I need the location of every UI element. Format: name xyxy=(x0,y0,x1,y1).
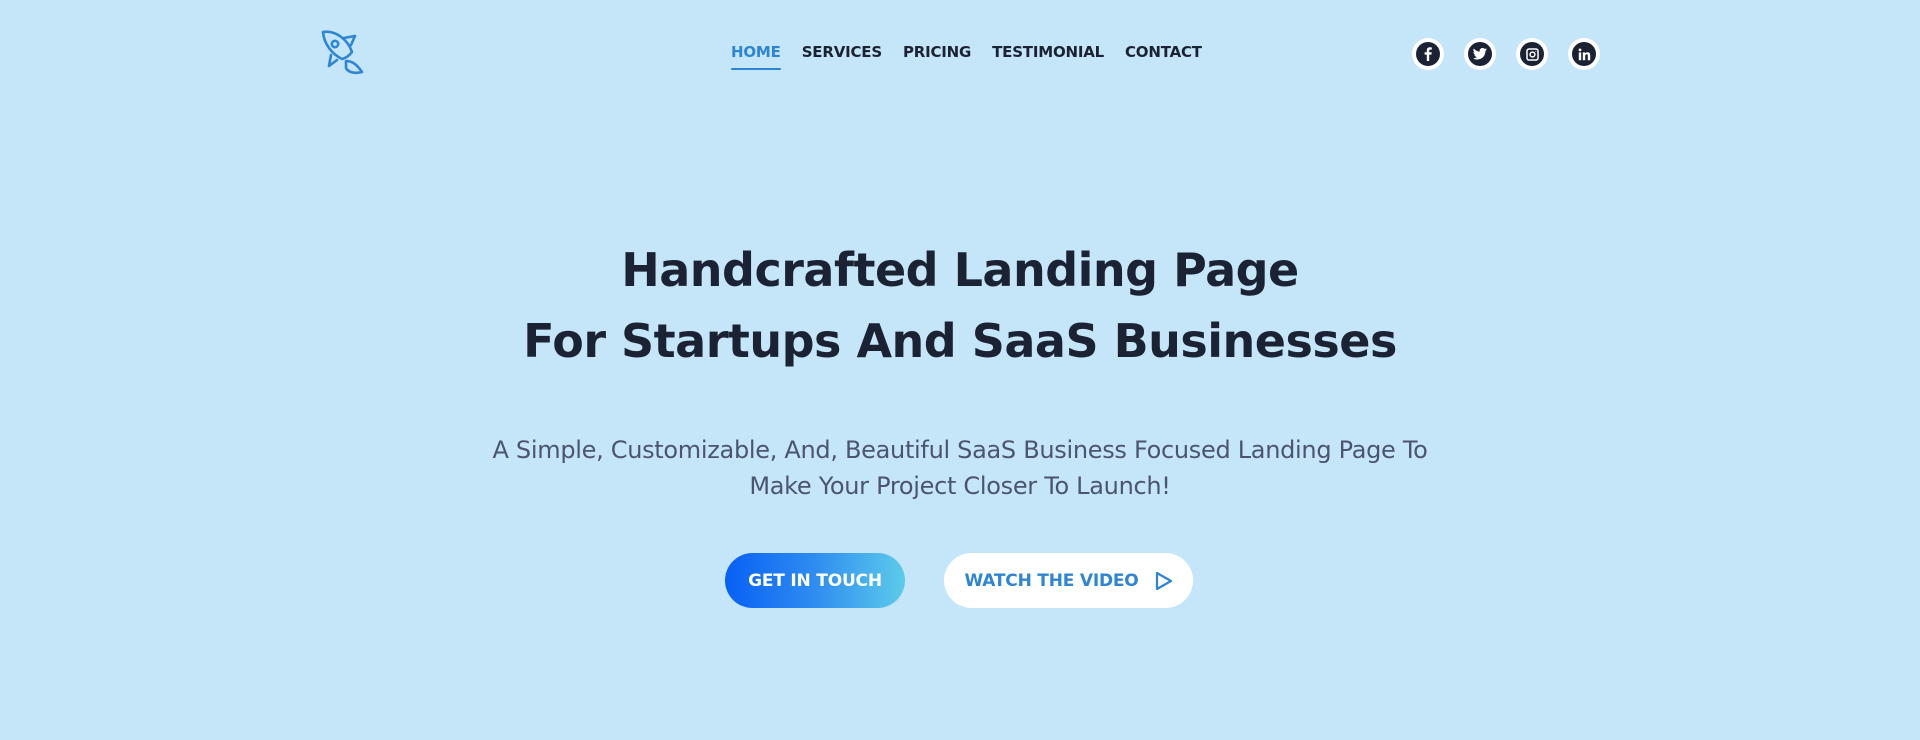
hero-title-line-2: For Startups And SaaS Businesses xyxy=(523,314,1397,368)
watch-video-button[interactable]: WATCH THE VIDEO xyxy=(944,553,1193,608)
twitter-link[interactable] xyxy=(1464,38,1496,70)
linkedin-link[interactable] xyxy=(1568,38,1600,70)
hero-subtitle-line-2: Make Your Project Closer To Launch! xyxy=(749,472,1171,500)
hero-buttons: GET IN TOUCH WATCH THE VIDEO xyxy=(725,553,1193,608)
hero-title: Handcrafted Landing Page For Startups An… xyxy=(0,235,1920,377)
get-in-touch-button[interactable]: GET IN TOUCH xyxy=(725,553,905,608)
play-icon xyxy=(1155,571,1173,591)
nav-item-pricing[interactable]: PRICING xyxy=(903,40,971,64)
rocket-icon[interactable] xyxy=(318,28,370,80)
nav-item-home[interactable]: HOME xyxy=(731,40,781,70)
twitter-icon xyxy=(1468,42,1492,66)
watch-video-label: WATCH THE VIDEO xyxy=(964,570,1139,591)
hero-subtitle: A Simple, Customizable, And, Beautiful S… xyxy=(470,432,1450,504)
instagram-link[interactable] xyxy=(1516,38,1548,70)
hero-section: Handcrafted Landing Page For Startups An… xyxy=(0,235,1920,504)
social-links xyxy=(1412,38,1600,70)
nav-item-contact[interactable]: CONTACT xyxy=(1125,40,1202,64)
nav-item-testimonial[interactable]: TESTIMONIAL xyxy=(992,40,1104,64)
site-header: HOME SERVICES PRICING TESTIMONIAL CONTAC… xyxy=(0,0,1920,110)
nav-item-services[interactable]: SERVICES xyxy=(802,40,882,64)
linkedin-icon xyxy=(1572,42,1596,66)
instagram-icon xyxy=(1520,42,1544,66)
hero-title-line-1: Handcrafted Landing Page xyxy=(621,243,1299,297)
hero-subtitle-line-1: A Simple, Customizable, And, Beautiful S… xyxy=(492,436,1428,464)
facebook-link[interactable] xyxy=(1412,38,1444,70)
main-nav: HOME SERVICES PRICING TESTIMONIAL CONTAC… xyxy=(731,40,1223,70)
facebook-icon xyxy=(1416,42,1440,66)
